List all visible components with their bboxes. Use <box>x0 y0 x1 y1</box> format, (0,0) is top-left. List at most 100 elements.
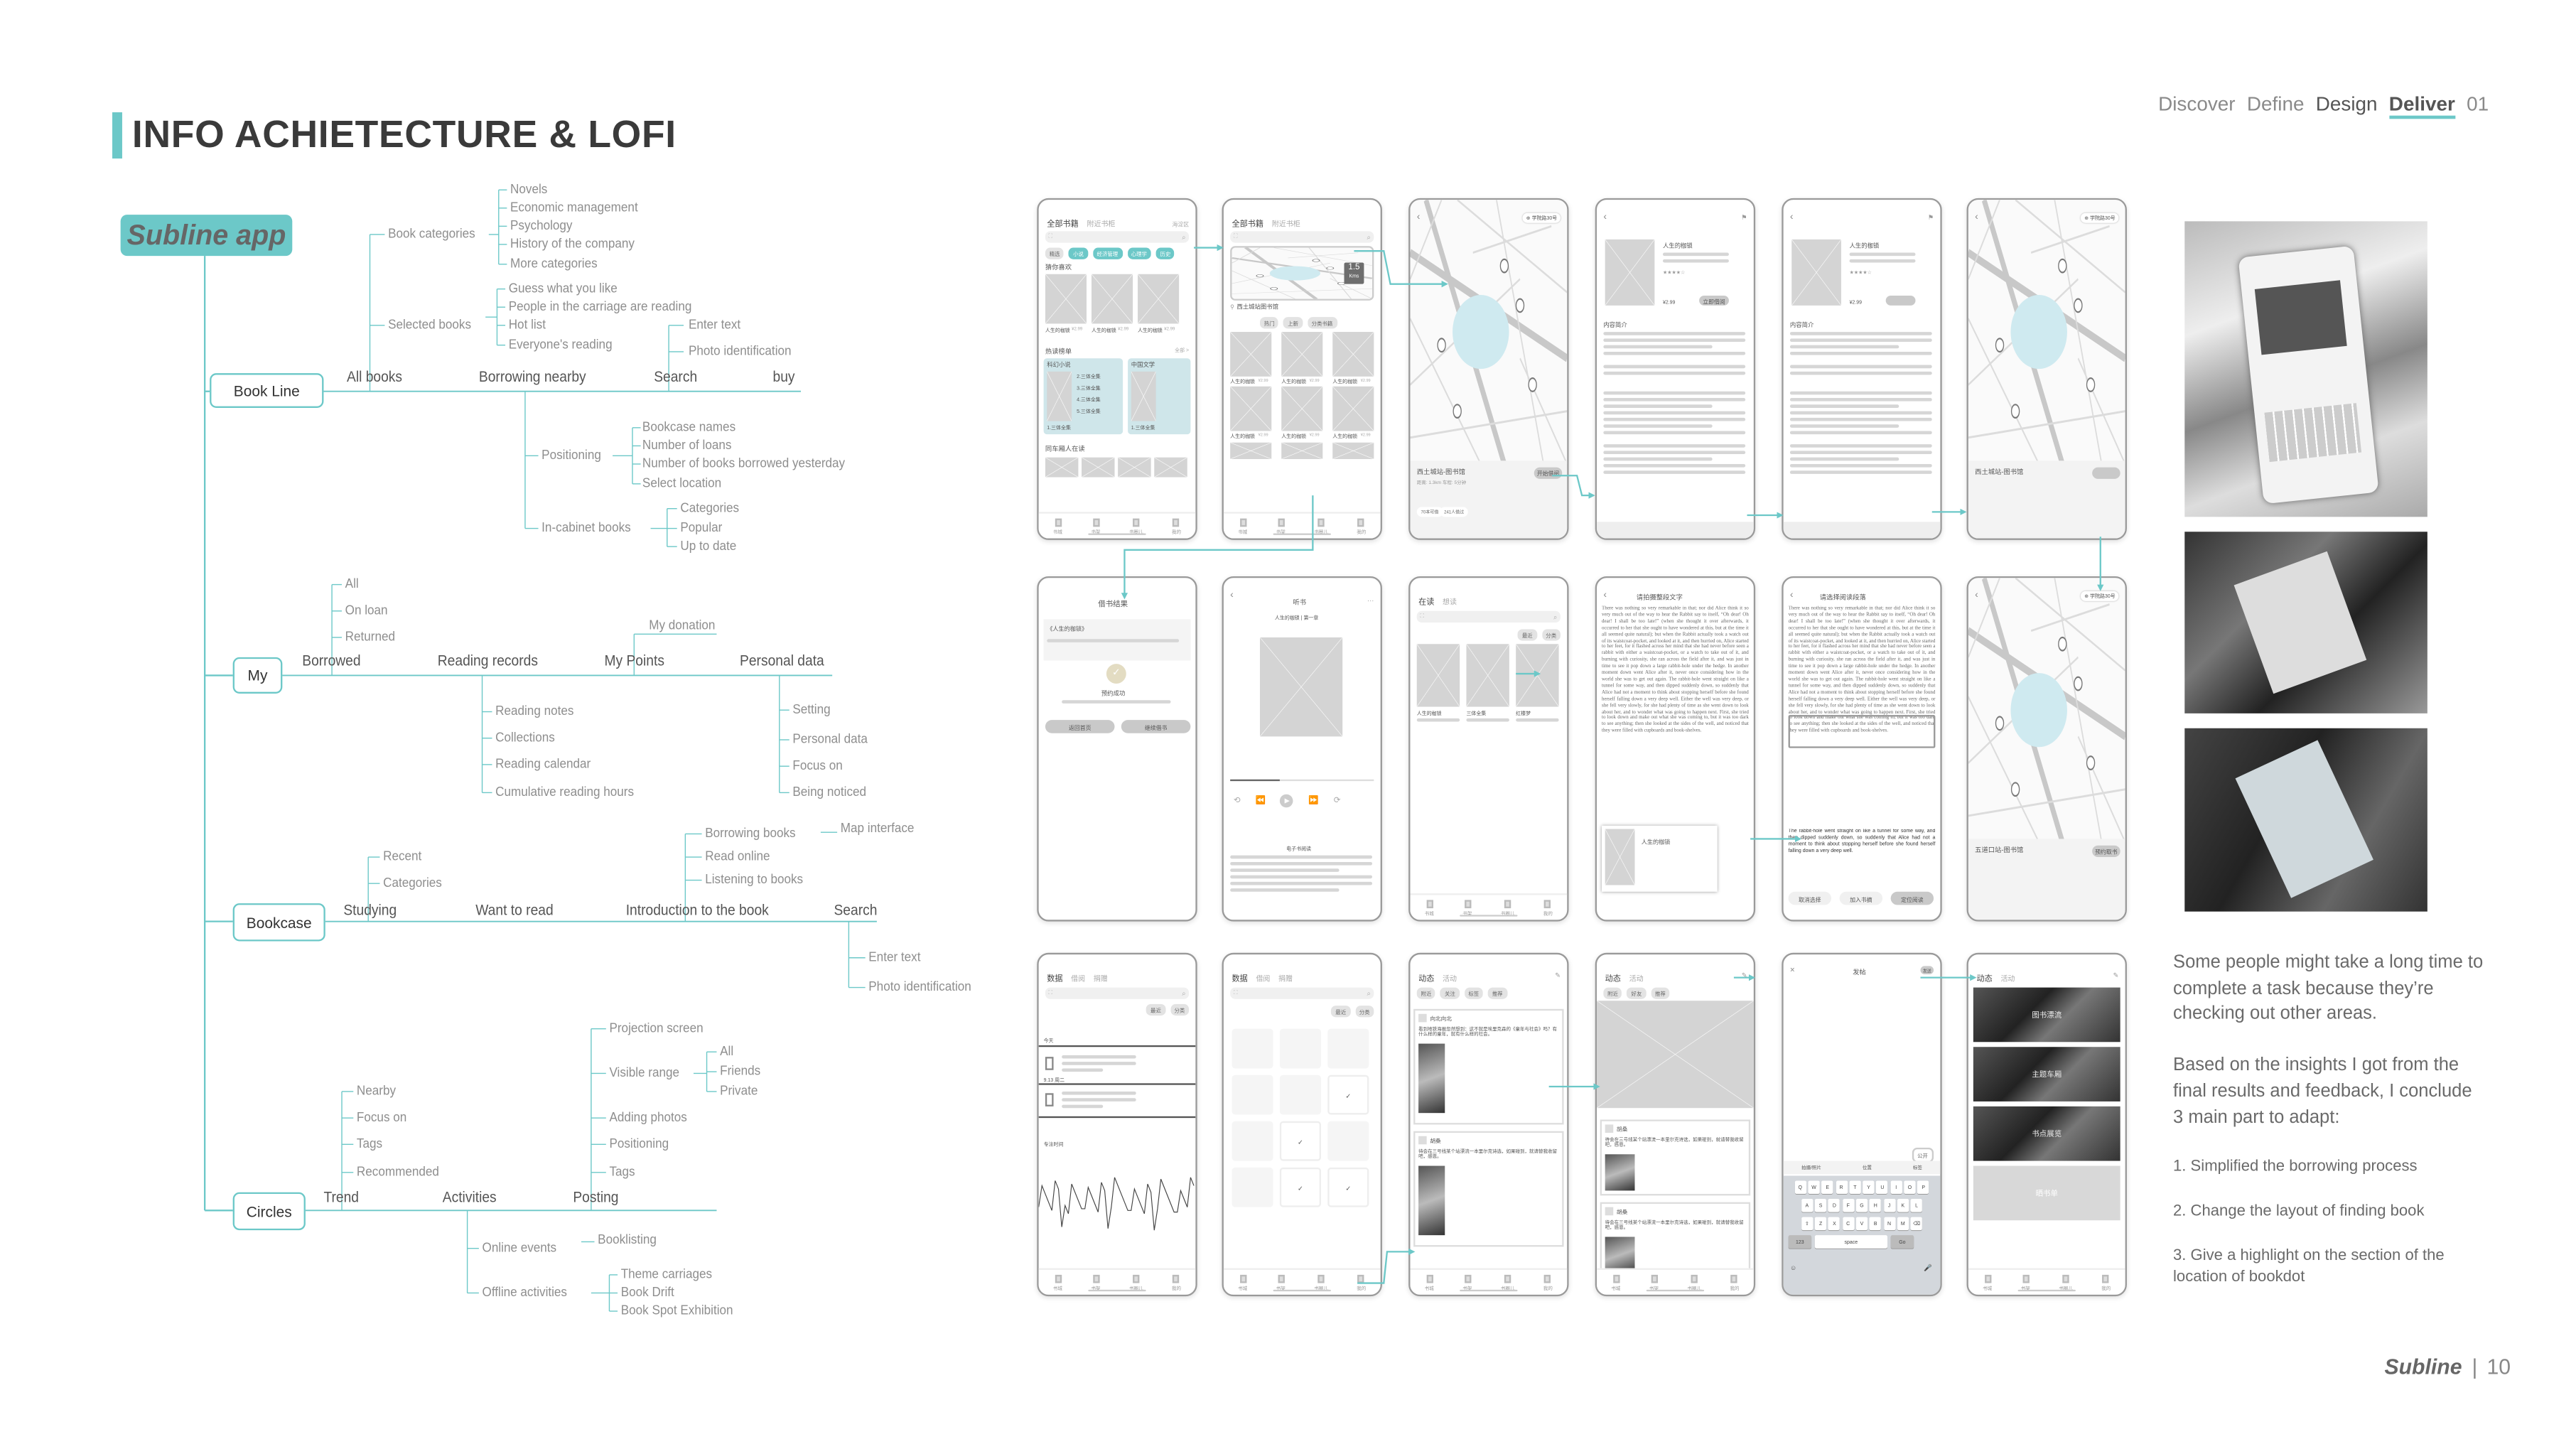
map-view[interactable] <box>1968 200 2125 464</box>
back-icon[interactable]: ‹ <box>1417 213 1421 223</box>
borrow-button[interactable]: 预约取书 <box>2092 845 2120 858</box>
tab[interactable]: 全部书籍 <box>1232 218 1263 230</box>
back-icon[interactable]: ‹ <box>1603 213 1607 223</box>
key[interactable]: R <box>1835 1180 1848 1195</box>
search-icon[interactable]: ⌕ <box>1182 233 1185 242</box>
book-title[interactable]: 红楼梦 <box>1516 710 1531 716</box>
tab-bar-item[interactable]: 书架 <box>1091 517 1100 534</box>
book-title[interactable]: 人生的枷锁 <box>1092 327 1116 333</box>
tab-bar-item[interactable]: 我的 <box>1357 1273 1366 1291</box>
back-icon[interactable]: ‹ <box>1975 213 1978 223</box>
space-key[interactable]: space <box>1814 1235 1888 1249</box>
nav-define[interactable]: Define <box>2247 92 2305 119</box>
key[interactable]: A <box>1801 1199 1814 1212</box>
filter-chip[interactable]: 小说 <box>1069 247 1088 259</box>
tab-bar-item[interactable]: 我的 <box>1357 517 1366 534</box>
key[interactable]: C <box>1842 1217 1854 1231</box>
tab[interactable]: 附近书柜 <box>1087 219 1115 229</box>
hot-list-card[interactable]: 科幻小说 2.三体全集 3.三体全集 4.三体全集 5.三体全集 1.三体全集 <box>1043 358 1123 435</box>
map-view[interactable]: 1.5 Kms <box>1230 246 1374 301</box>
selected-paragraph[interactable] <box>1788 715 1936 748</box>
key[interactable]: U <box>1876 1180 1889 1195</box>
search-input[interactable]: ⌕ ⛶ <box>1045 987 1190 999</box>
tab-bar-item[interactable]: 书圈儿 <box>1314 1273 1328 1291</box>
search-input[interactable]: ⌕ ⛶ <box>1416 610 1561 623</box>
action-button[interactable]: 取消选择 <box>1788 891 1832 905</box>
tab-bar-item[interactable]: 书架 <box>1462 899 1472 916</box>
go-key[interactable]: Go <box>1890 1235 1914 1249</box>
filter-chip[interactable]: 标签 <box>1464 987 1483 999</box>
action-button[interactable]: 加入书摘 <box>1839 891 1883 905</box>
book-title[interactable]: 人生的枷锁 <box>1332 433 1357 439</box>
feed-post[interactable]: 胡桑 待会在三号线某个站漂流一本里尔克诗选，如果碰到，就请替我收留吧，感恩。 <box>1600 1202 1751 1278</box>
search-icon[interactable]: ⌕ <box>1367 233 1370 242</box>
bookcase-pin-icon[interactable] <box>1326 266 1335 270</box>
search-input[interactable]: ⌕ ⛶ <box>1045 231 1190 243</box>
key[interactable]: P <box>1917 1180 1929 1195</box>
next-icon[interactable]: ⏩ <box>1308 796 1318 806</box>
tab-bar-item[interactable]: 书架 <box>2021 1273 2030 1291</box>
tab-bar-item[interactable]: 书圈儿 <box>1501 1273 1514 1291</box>
play-icon[interactable]: ▶ <box>1280 794 1294 808</box>
search-icon[interactable]: ⌕ <box>1553 613 1557 621</box>
region-label[interactable]: 海淀区 <box>1172 220 1189 227</box>
key[interactable]: J <box>1883 1199 1895 1212</box>
post-button[interactable]: 发送 <box>1920 966 1934 974</box>
event-card[interactable]: 主题车厢 <box>1973 1047 2120 1101</box>
tab[interactable]: 捐赠 <box>1094 974 1108 984</box>
tab-bar-item[interactable]: 书城 <box>1053 1273 1062 1291</box>
tab-bar-item[interactable]: 书城 <box>1053 517 1062 534</box>
filter-chip[interactable]: 分类书籍 <box>1307 317 1337 329</box>
search-icon[interactable]: ⌕ <box>1182 989 1185 998</box>
filter-chip[interactable]: 上新 <box>1283 317 1303 329</box>
action-button[interactable]: 定位阅读 <box>1890 891 1934 905</box>
borrow-button[interactable] <box>2092 467 2120 479</box>
back-icon[interactable]: ‹ <box>1975 591 1978 601</box>
key[interactable]: H <box>1870 1199 1882 1212</box>
hot-list-card[interactable]: 中国文学 1.三体全集 <box>1128 358 1191 435</box>
filter-chip[interactable]: 附近 <box>1603 987 1622 999</box>
tab[interactable]: 活动 <box>1443 974 1457 984</box>
book-title[interactable]: 人生的枷锁 <box>1281 378 1306 384</box>
bookcase-pin-icon[interactable] <box>1499 258 1509 274</box>
key[interactable]: W <box>1808 1180 1820 1195</box>
key[interactable]: O <box>1904 1180 1916 1195</box>
bookcase-pin-icon[interactable] <box>1995 338 2005 353</box>
scan-icon[interactable]: ⛶ <box>1420 613 1424 619</box>
filter-chip[interactable]: 分类 <box>1354 1006 1374 1018</box>
filter-chip[interactable]: 关注 <box>1440 987 1460 999</box>
tab-bar-item[interactable]: 书城 <box>1983 1273 1992 1291</box>
key[interactable]: D <box>1828 1199 1841 1212</box>
tab-bar-item[interactable]: 书架 <box>1276 1273 1286 1291</box>
bookcase-pin-icon[interactable] <box>1256 274 1264 278</box>
borrow-button[interactable]: 开始借阅 <box>1534 467 1563 479</box>
bookcase-pin-icon[interactable] <box>2058 258 2067 274</box>
tab[interactable]: 数据 <box>1232 973 1247 984</box>
bookmark-icon[interactable]: ⚑ <box>1928 213 1934 222</box>
key[interactable]: S <box>1815 1199 1827 1212</box>
calendar-day[interactable] <box>1327 1028 1369 1069</box>
tab-bar-item[interactable]: 书城 <box>1238 1273 1247 1291</box>
book-title[interactable]: 人生的枷锁 <box>1138 327 1163 333</box>
filter-chip[interactable]: 分类 <box>1170 1003 1190 1016</box>
bookcase-pin-icon[interactable] <box>2074 298 2083 313</box>
nav-design[interactable]: Design <box>2316 92 2378 119</box>
filter-chip[interactable]: 热门 <box>1259 317 1279 329</box>
book-title[interactable]: 人生的枷锁 <box>1417 710 1442 716</box>
borrow-now-button[interactable] <box>1885 295 1916 306</box>
more-icon[interactable]: ··· <box>1367 596 1374 605</box>
tab[interactable]: 借阅 <box>1256 974 1270 984</box>
calendar-day[interactable] <box>1232 1121 1273 1161</box>
tab[interactable]: 动态 <box>1976 973 1992 984</box>
bookcase-pin-icon[interactable] <box>2086 377 2096 392</box>
microphone-icon[interactable]: 🎤 <box>1924 1264 1932 1272</box>
back-icon[interactable]: ‹ <box>1790 213 1794 223</box>
tab-bar-item[interactable]: 书圈儿 <box>2059 1273 2073 1291</box>
book-title[interactable]: 人生的枷锁 <box>1045 327 1070 333</box>
bookcase-pin-icon[interactable] <box>2086 755 2096 770</box>
back-icon[interactable]: ‹ <box>1790 591 1794 601</box>
bookcase-pin-icon[interactable] <box>2010 782 2020 797</box>
bookcase-pin-icon[interactable] <box>2010 404 2020 419</box>
tab-bar-item[interactable]: 我的 <box>1730 1273 1739 1291</box>
tab-bar-item[interactable]: 书城 <box>1425 1273 1434 1291</box>
